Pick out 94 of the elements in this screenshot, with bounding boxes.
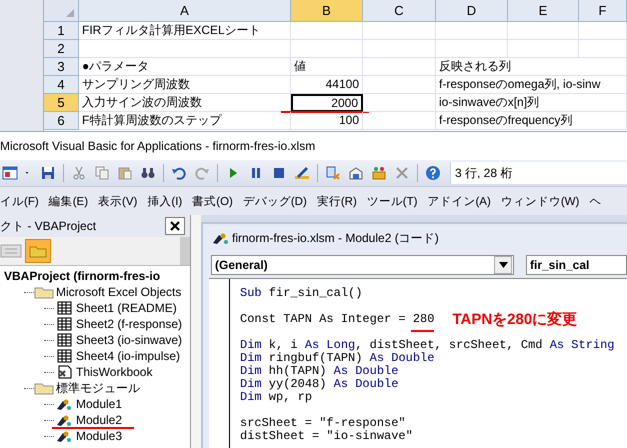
- code-line: Const TAPN As Integer = 280: [240, 313, 434, 326]
- column-header[interactable]: A: [79, 0, 291, 22]
- panel-title: クト - VBAProject: [0, 218, 96, 234]
- table-cell: f-responseのomega列, io-sinw: [436, 76, 627, 94]
- tree-item[interactable]: Microsoft Excel Objects: [56, 285, 182, 299]
- annotation-text: TAPNを280に変更: [452, 313, 578, 326]
- scrollbar[interactable]: [180, 237, 190, 265]
- row-header[interactable]: 5: [44, 94, 79, 112]
- row-header[interactable]: 3: [44, 58, 79, 76]
- table-cell: [579, 22, 627, 40]
- module-icon: [54, 413, 74, 427]
- undo-icon[interactable]: [171, 165, 187, 181]
- procedure-dropdown[interactable]: fir_sin_cal: [526, 255, 627, 275]
- code-line: Dim yy(2048) As Double: [240, 378, 398, 391]
- toolbox-icon[interactable]: [371, 165, 387, 181]
- menu-item[interactable]: 編集(E): [44, 194, 94, 208]
- stop-icon[interactable]: [271, 165, 287, 181]
- table-cell: [291, 40, 363, 58]
- menu-item[interactable]: ウィンドウ(W): [496, 194, 584, 208]
- column-header[interactable]: D: [436, 0, 508, 22]
- row-header[interactable]: 4: [44, 76, 79, 94]
- table-cell: f-responseのfrequency列: [436, 112, 627, 130]
- module-icon: [54, 429, 74, 443]
- column-header[interactable]: F: [579, 0, 627, 22]
- close-button[interactable]: [165, 217, 185, 235]
- menu-item[interactable]: 表示(V): [93, 194, 142, 208]
- table-cell: サンプリング周波数: [79, 76, 291, 94]
- code-line: Dim hh(TAPN) As Double: [240, 365, 398, 378]
- ruler-pencil-icon[interactable]: [294, 165, 310, 181]
- toggle-folders-button[interactable]: [25, 239, 51, 263]
- table-cell: io-sinwaveのx[n]列: [436, 94, 627, 112]
- dropdown-arrow-icon: [498, 262, 508, 268]
- table-cell: FIRフィルタ計算用EXCELシート: [79, 22, 291, 40]
- tree-item[interactable]: VBAProject (firnorm-fres-io: [4, 269, 160, 283]
- code-line: distSheet = "io-sinwave": [240, 430, 413, 443]
- code-line: srcSheet = "f-response": [240, 417, 406, 430]
- table-cell: 44100: [291, 76, 363, 94]
- code-line: Dim k, i As Long, distSheet, srcSheet, Cmd As String: [240, 339, 614, 352]
- object-dropdown[interactable]: (General): [211, 255, 514, 275]
- table-cell: 値: [291, 58, 363, 76]
- column-header[interactable]: B: [291, 0, 363, 22]
- clipboard-icon[interactable]: [117, 165, 133, 181]
- table-cell: ●パラメータ: [79, 58, 291, 76]
- binoculars-icon[interactable]: [140, 165, 156, 181]
- tree-item[interactable]: Sheet2 (f-response): [76, 317, 182, 331]
- code-window-title: firnorm-fres-io.xlsm - Module2 (コード): [232, 230, 439, 246]
- tree-item[interactable]: 標準モジュール: [56, 380, 140, 396]
- code-line: Dim wp, rp: [240, 391, 312, 404]
- code-line: Dim ringbuf(TAPN) As Double: [240, 352, 434, 365]
- tree-item[interactable]: Module3: [76, 429, 122, 443]
- folder-icon: [29, 244, 47, 258]
- corner-triangle-icon: [65, 8, 75, 18]
- table-cell: [508, 40, 579, 58]
- tree-item[interactable]: Sheet4 (io-impulse): [76, 349, 180, 363]
- menu-item[interactable]: 実行(R): [312, 194, 362, 208]
- scissors-icon[interactable]: [71, 165, 87, 181]
- tree-item[interactable]: ThisWorkbook: [76, 365, 152, 379]
- row-header[interactable]: 2: [44, 40, 79, 58]
- spreadsheet-icon[interactable]: [2, 165, 18, 181]
- table-cell: 入力サイン波の周波数: [79, 94, 291, 112]
- window-title: Microsoft Visual Basic for Applications - firnorm-fres-io.xlsm: [0, 132, 627, 160]
- close-icon: [169, 220, 181, 232]
- table-cell: [291, 22, 363, 40]
- code-line: Sub fir_sin_cal(): [240, 287, 362, 300]
- tree-item[interactable]: Sheet3 (io-sinwave): [76, 333, 182, 347]
- row-header[interactable]: 1: [44, 22, 79, 40]
- help-icon[interactable]: [425, 165, 441, 181]
- menu-item[interactable]: デバッグ(D): [238, 194, 312, 208]
- module-icon: [211, 231, 229, 245]
- table-cell: [436, 22, 508, 40]
- folder-icon: [34, 381, 54, 395]
- table-cell: [436, 40, 508, 58]
- tree-item[interactable]: Sheet1 (README): [76, 301, 177, 315]
- menu-item[interactable]: ヘ: [584, 194, 606, 208]
- cursor-position-field: 3 行, 28 桁: [450, 162, 627, 184]
- table-cell: 100: [291, 112, 363, 130]
- menu-item[interactable]: イル(F): [0, 194, 44, 208]
- menu-item[interactable]: アドイン(A): [422, 194, 496, 208]
- table-cell: [579, 40, 627, 58]
- tree-item[interactable]: Module1: [76, 397, 122, 411]
- column-header[interactable]: C: [363, 0, 436, 22]
- column-header[interactable]: E: [508, 0, 579, 22]
- row-header[interactable]: 6: [44, 112, 79, 130]
- module-icon: [54, 397, 74, 411]
- menu-item[interactable]: ツール(T): [362, 194, 422, 208]
- tree-item[interactable]: Module2: [76, 413, 122, 427]
- copy-icon[interactable]: [94, 165, 110, 181]
- menu-item[interactable]: 挿入(I): [142, 194, 188, 208]
- table-cell: 反映される列: [436, 58, 627, 76]
- table-cell: F特計算周波数のステップ: [79, 112, 291, 130]
- table-cell: [508, 22, 579, 40]
- menu-item[interactable]: 書式(O): [187, 194, 238, 208]
- folder-icon: [34, 285, 54, 299]
- code-editor[interactable]: [209, 278, 627, 448]
